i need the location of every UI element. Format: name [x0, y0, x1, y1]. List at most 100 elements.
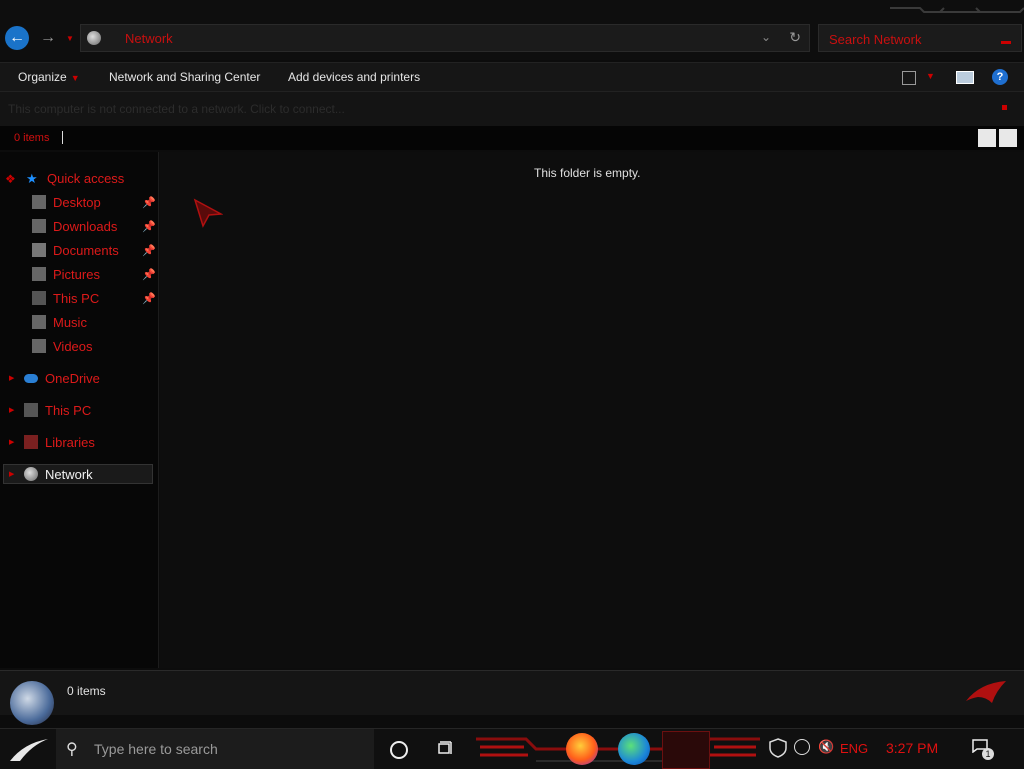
search-decoration	[1001, 41, 1011, 44]
shield-icon[interactable]	[768, 738, 788, 758]
pin-icon[interactable]: 📌	[142, 292, 156, 305]
preview-pane-icon[interactable]	[956, 71, 974, 84]
start-button[interactable]	[4, 731, 52, 767]
info-bar[interactable]: This computer is not connected to a netw…	[0, 92, 1024, 126]
computer-icon	[24, 403, 38, 417]
organize-button[interactable]: Organize ▼	[18, 70, 80, 84]
network-sharing-center-button[interactable]: Network and Sharing Center	[109, 70, 260, 84]
star-icon: ★	[26, 171, 38, 186]
downloads-icon	[32, 219, 46, 233]
cloud-icon	[24, 373, 38, 383]
network-icon	[87, 31, 101, 45]
nav-network-label: Network	[45, 466, 93, 482]
address-bar[interactable]: Network ⌄ ↻	[80, 24, 810, 52]
volume-muted-icon[interactable]: 🔇	[818, 739, 834, 755]
refresh-icon[interactable]: ↻	[789, 29, 801, 46]
pictures-icon	[32, 267, 46, 281]
edge-icon[interactable]	[618, 733, 650, 765]
taskbar-search-box[interactable]: ⚲ Type here to search	[56, 729, 374, 769]
desktop-icon	[32, 195, 46, 209]
pin-icon[interactable]: 📌	[142, 244, 156, 257]
nav-libraries-label: Libraries	[45, 434, 95, 450]
nav-this-pc[interactable]: This PC	[24, 400, 91, 420]
nav-item-label: Videos	[53, 338, 93, 354]
firefox-icon[interactable]	[566, 733, 598, 765]
network-avatar-icon	[10, 681, 54, 725]
pin-icon[interactable]: 📌	[142, 268, 156, 281]
large-icons-view-button[interactable]	[999, 129, 1017, 147]
collapse-icon[interactable]: ❖	[5, 172, 16, 186]
notification-badge: 1	[982, 748, 994, 760]
nav-item-label: Documents	[53, 242, 119, 258]
file-explorer-taskbar-icon[interactable]	[662, 731, 710, 769]
nav-libraries[interactable]: Libraries	[24, 432, 95, 452]
nav-item-music[interactable]: Music	[32, 312, 87, 332]
search-box[interactable]: Search Network	[818, 24, 1022, 52]
nav-quick-access-label: Quick access	[47, 170, 125, 186]
window-frame-decoration	[890, 7, 1024, 13]
nav-item-label: Downloads	[53, 218, 118, 234]
pin-icon[interactable]: 📌	[142, 196, 156, 209]
nav-item-label: Music	[53, 314, 87, 330]
empty-folder-message: This folder is empty.	[534, 166, 641, 180]
chevron-down-icon[interactable]: ⌄	[761, 30, 771, 44]
nav-item-documents[interactable]: Documents	[32, 240, 119, 260]
details-pane: 0 items	[0, 670, 1024, 725]
nav-onedrive[interactable]: OneDrive	[24, 368, 100, 388]
details-count: 0 items	[67, 684, 106, 698]
computer-icon	[32, 291, 46, 305]
text-caret	[62, 131, 63, 144]
notification-center-button[interactable]: 1	[972, 739, 994, 760]
documents-icon	[32, 243, 46, 257]
address-location: Network	[125, 31, 173, 46]
nav-item-desktop[interactable]: Desktop	[32, 192, 101, 212]
nav-onedrive-label: OneDrive	[45, 370, 100, 386]
nav-quick-access[interactable]: ★ Quick access	[26, 168, 124, 188]
recent-locations-icon[interactable]: ▼	[66, 34, 74, 43]
pin-icon[interactable]: 📌	[142, 220, 156, 233]
videos-icon	[32, 339, 46, 353]
nav-item-videos[interactable]: Videos	[32, 336, 93, 356]
items-header: 0 items	[0, 126, 1024, 150]
taskbar: ⚲ Type here to search 🔇 ENG 3:27 PM 1	[0, 728, 1024, 769]
nav-item-label: Desktop	[53, 194, 101, 210]
expand-icon[interactable]: ▶	[9, 438, 14, 446]
network-icon	[24, 467, 38, 481]
nav-item-label: This PC	[53, 290, 100, 306]
language-indicator[interactable]: ENG	[840, 741, 868, 756]
add-devices-button[interactable]: Add devices and printers	[288, 70, 420, 84]
cortana-button[interactable]	[390, 741, 408, 759]
nav-item-downloads[interactable]: Downloads	[32, 216, 117, 236]
details-view-button[interactable]	[978, 129, 996, 147]
chevron-down-icon: ▼	[70, 73, 80, 83]
task-view-button[interactable]	[438, 741, 454, 755]
network-status-icon[interactable]	[794, 739, 810, 755]
content-area[interactable]	[160, 152, 1024, 668]
search-placeholder: Search Network	[829, 32, 922, 47]
expand-icon[interactable]: ▶	[9, 406, 14, 414]
command-bar: Organize ▼ Network and Sharing Center Add…	[0, 62, 1024, 92]
chevron-down-icon[interactable]: ▼	[926, 71, 935, 81]
items-count: 0 items	[14, 132, 50, 144]
music-icon	[32, 315, 46, 329]
nav-network[interactable]: Network	[24, 464, 93, 484]
info-message: This computer is not connected to a netw…	[8, 102, 345, 116]
arrow-left-icon: ←	[9, 29, 25, 46]
mouse-pointer-icon	[193, 198, 223, 228]
libraries-icon	[24, 435, 38, 449]
search-icon: ⚲	[66, 741, 78, 758]
expand-icon[interactable]: ▶	[9, 470, 14, 478]
nav-item-this-pc-quick[interactable]: This PC	[32, 288, 99, 308]
change-view-icon[interactable]	[902, 71, 916, 85]
clock[interactable]: 3:27 PM	[886, 740, 938, 756]
help-button[interactable]: ?	[992, 69, 1008, 85]
close-icon[interactable]	[1002, 105, 1007, 110]
nav-this-pc-label: This PC	[45, 402, 92, 418]
nav-item-pictures[interactable]: Pictures	[32, 264, 100, 284]
forward-button[interactable]: →	[36, 26, 60, 50]
organize-label: Organize	[18, 70, 67, 84]
expand-icon[interactable]: ▶	[9, 374, 14, 382]
rog-logo-icon	[966, 681, 1006, 703]
taskbar-search-placeholder: Type here to search	[94, 741, 218, 757]
back-button[interactable]: ←	[5, 26, 29, 50]
